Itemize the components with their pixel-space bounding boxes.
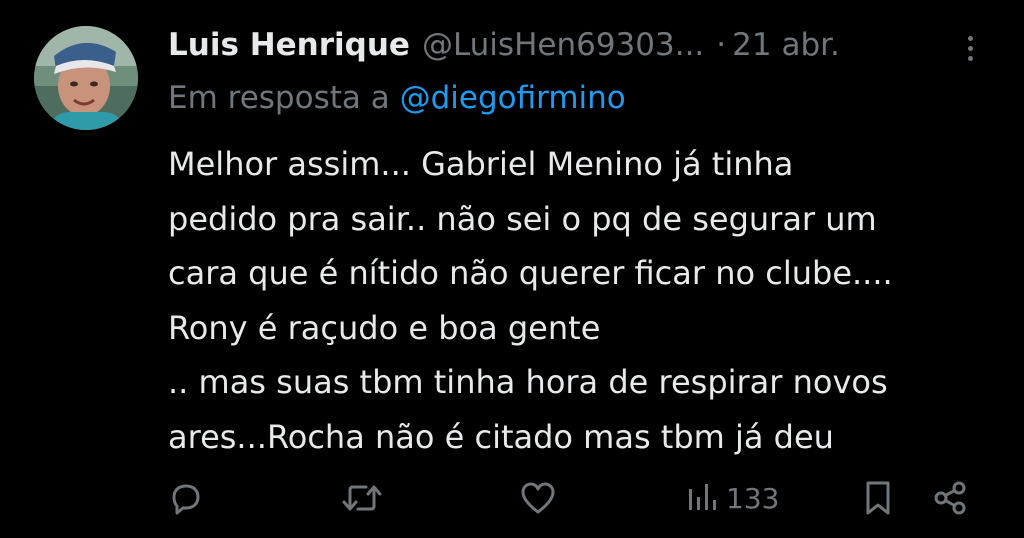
reply-button[interactable] bbox=[166, 470, 206, 526]
more-options-button[interactable] bbox=[958, 28, 982, 68]
share-button[interactable] bbox=[930, 470, 970, 526]
tweet-text-line: cara que é nítido não querer ficar no cl… bbox=[168, 254, 893, 292]
more-vertical-icon bbox=[967, 35, 973, 41]
tweet[interactable]: Luis Henrique @LuisHen69303... · 21 abr.… bbox=[0, 0, 1024, 538]
views-chart-icon bbox=[689, 484, 716, 510]
retweet-button[interactable] bbox=[340, 470, 384, 526]
separator-dot: · bbox=[716, 27, 727, 63]
user-handle[interactable]: @LuisHen69303... bbox=[422, 27, 704, 63]
tweet-text-line: ares...Rocha não é citado mas tbm já deu bbox=[168, 417, 834, 456]
reply-mention-link[interactable]: @diegofirmino bbox=[400, 80, 626, 116]
avatar-image bbox=[34, 26, 138, 130]
reply-context: Em resposta a @diegofirmino bbox=[168, 80, 626, 116]
retweet-icon bbox=[342, 485, 382, 511]
heart-icon bbox=[521, 482, 555, 514]
reply-icon bbox=[172, 484, 200, 515]
avatar[interactable] bbox=[34, 26, 138, 130]
action-bar: 133 bbox=[0, 470, 1024, 526]
share-icon bbox=[934, 481, 966, 515]
views-button[interactable]: 133 bbox=[686, 470, 779, 526]
bookmark-button[interactable] bbox=[860, 470, 896, 526]
tweet-text-line: Melhor assim... Gabriel Menino já tinha bbox=[168, 145, 794, 183]
views-count: 133 bbox=[726, 481, 780, 515]
tweet-header: Luis Henrique @LuisHen69303... · 21 abr. bbox=[168, 24, 968, 66]
display-name[interactable]: Luis Henrique bbox=[168, 27, 410, 63]
like-button[interactable] bbox=[518, 470, 558, 526]
tweet-date[interactable]: 21 abr. bbox=[732, 27, 840, 63]
tweet-text-line: Rony é raçudo e boa gente bbox=[168, 308, 601, 347]
tweet-text-line: pedido pra sair.. não sei o pq de segura… bbox=[168, 199, 877, 238]
reply-prefix: Em resposta a bbox=[168, 80, 390, 116]
tweet-text: Melhor assim... Gabriel Menino já tinha … bbox=[168, 137, 1008, 464]
bookmark-icon bbox=[866, 481, 890, 515]
tweet-text-line: .. mas suas tbm tinha hora de respirar n… bbox=[168, 363, 888, 401]
